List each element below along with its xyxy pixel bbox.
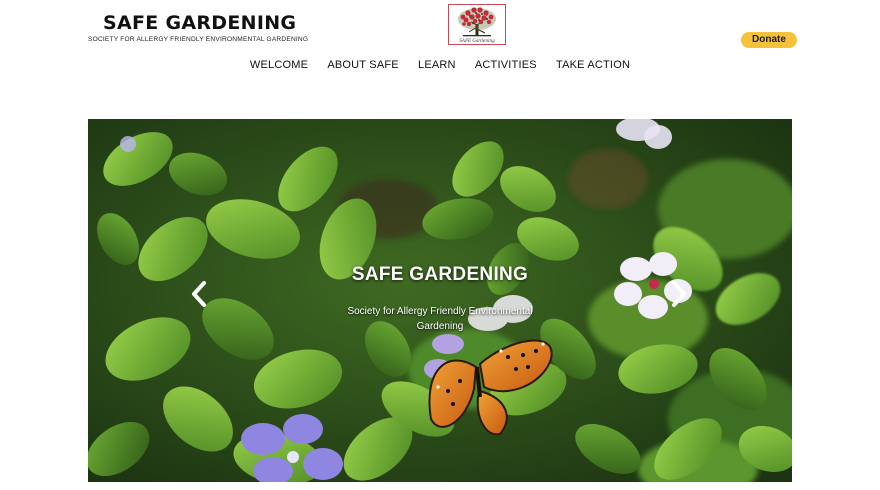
chevron-right-icon [672, 281, 686, 307]
nav-item-take-action[interactable]: TAKE ACTION [546, 58, 639, 74]
hero-subtitle: Society for Allergy Friendly Environment… [347, 306, 533, 332]
next-slide-button[interactable] [668, 279, 690, 309]
prev-slide-button[interactable] [188, 279, 210, 309]
site-logo[interactable]: SAFE Gardening [448, 4, 506, 45]
main-nav: WELCOME ABOUT SAFE LEARN ACTIVITIES TAKE… [0, 58, 880, 74]
site-title[interactable]: SAFE GARDENING [103, 12, 296, 34]
chevron-left-icon [192, 281, 206, 307]
logo-caption: SAFE Gardening [459, 38, 495, 43]
nav-item-about-safe[interactable]: ABOUT SAFE [318, 58, 409, 74]
hero-slideshow: SAFE GARDENING Society for Allergy Frien… [88, 119, 792, 482]
donate-button[interactable]: Donate [741, 32, 797, 48]
site-subtitle: SOCIETY FOR ALLERGY FRIENDLY ENVIRONMENT… [88, 36, 309, 43]
nav-item-activities[interactable]: ACTIVITIES [465, 58, 546, 74]
nav-item-welcome[interactable]: WELCOME [240, 58, 317, 74]
nav-item-learn[interactable]: LEARN [408, 58, 465, 74]
